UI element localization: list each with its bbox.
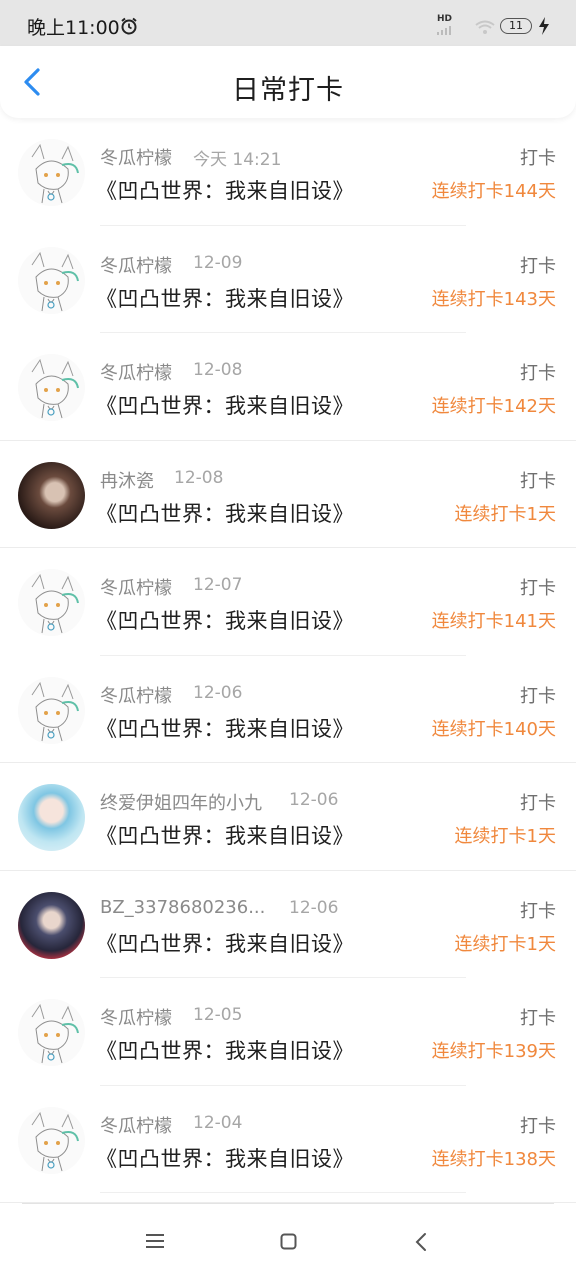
post-date: 12-09 — [193, 252, 243, 273]
list-item[interactable]: 冉沐瓷 12-08 打卡 《凹凸世界：我来自旧设》 连续打卡1天 — [0, 441, 576, 548]
sketch-avatar-icon — [31, 358, 79, 419]
streak-count: 连续打卡138天 — [431, 1148, 556, 1170]
game-title[interactable]: 《凹凸世界：我来自旧设》 — [96, 1035, 354, 1065]
post-date: 12-08 — [174, 467, 224, 488]
list-item[interactable]: 冬瓜柠檬 12-09 打卡 《凹凸世界：我来自旧设》 连续打卡143天 — [0, 226, 576, 333]
checkin-action-label: 打卡 — [520, 470, 556, 492]
user-name[interactable]: 冬瓜柠檬 — [100, 359, 172, 385]
sketch-avatar-icon — [31, 1111, 79, 1171]
checkin-action-label: 打卡 — [520, 578, 556, 599]
game-title[interactable]: 《凹凸世界：我来自旧设》 — [96, 928, 354, 958]
post-date: 12-05 — [193, 1005, 243, 1025]
post-date: 12-04 — [193, 1112, 243, 1133]
list-item[interactable]: 终爱伊姐四年的小九 12-06 打卡 《凹凸世界：我来自旧设》 连续打卡1天 — [0, 763, 576, 871]
post-date: 12-06 — [193, 682, 243, 703]
user-avatar[interactable] — [18, 246, 85, 314]
user-avatar[interactable] — [18, 1106, 85, 1174]
post-date: 12-06 — [289, 790, 339, 810]
checkin-action-label: 打卡 — [520, 148, 556, 169]
charging-bolt-icon — [539, 17, 549, 35]
status-time: 晚上11:00 — [27, 17, 120, 39]
user-name[interactable]: 冬瓜柠檬 — [100, 1112, 172, 1138]
sketch-avatar-icon — [31, 251, 79, 311]
hd-network-icon: HD — [437, 14, 453, 24]
user-avatar[interactable] — [18, 999, 85, 1066]
game-title[interactable]: 《凹凸世界：我来自旧设》 — [96, 1143, 354, 1173]
list-item[interactable]: 冬瓜柠檬 12-04 打卡 《凹凸世界：我来自旧设》 连续打卡138天 — [0, 1086, 576, 1193]
back-icon[interactable] — [414, 1232, 428, 1252]
user-name[interactable]: 冬瓜柠檬 — [100, 144, 172, 170]
checkin-action-label: 打卡 — [520, 363, 556, 384]
sketch-avatar-icon — [31, 1003, 79, 1064]
game-title[interactable]: 《凹凸世界：我来自旧设》 — [96, 820, 354, 850]
streak-count: 连续打卡140天 — [431, 718, 556, 740]
streak-count: 连续打卡143天 — [431, 288, 556, 310]
user-avatar[interactable] — [18, 569, 85, 636]
streak-count: 连续打卡1天 — [454, 826, 556, 847]
list-item[interactable]: 冬瓜柠檬 今天 14:21 打卡 《凹凸世界：我来自旧设》 连续打卡144天 — [0, 118, 576, 226]
user-name[interactable]: 冬瓜柠檬 — [100, 682, 172, 708]
streak-count: 连续打卡142天 — [431, 396, 556, 417]
list-item[interactable]: BZ_3378680236... 12-06 打卡 《凹凸世界：我来自旧设》 连… — [0, 871, 576, 978]
row-divider — [100, 1192, 466, 1193]
list-item[interactable]: 冬瓜柠檬 12-08 打卡 《凹凸世界：我来自旧设》 连续打卡142天 — [0, 333, 576, 441]
post-date: 12-07 — [193, 575, 243, 595]
checkin-action-label: 打卡 — [520, 255, 556, 277]
checkin-action-label: 打卡 — [520, 1115, 556, 1137]
user-name[interactable]: 冬瓜柠檬 — [100, 252, 172, 278]
user-name[interactable]: BZ_3378680236... — [100, 897, 265, 918]
game-title[interactable]: 《凹凸世界：我来自旧设》 — [96, 498, 354, 528]
game-title[interactable]: 《凹凸世界：我来自旧设》 — [96, 175, 354, 205]
signal-icon — [437, 26, 451, 35]
menu-icon[interactable] — [146, 1233, 164, 1249]
post-date: 12-06 — [289, 897, 339, 918]
page-title: 日常打卡 — [232, 75, 344, 106]
game-title[interactable]: 《凹凸世界：我来自旧设》 — [96, 390, 354, 420]
user-name[interactable]: 冬瓜柠檬 — [100, 1004, 172, 1030]
post-date: 今天 14:21 — [193, 150, 282, 170]
user-name[interactable]: 冬瓜柠檬 — [100, 574, 172, 600]
battery-indicator: 11 — [500, 18, 532, 34]
streak-count: 连续打卡1天 — [454, 933, 556, 955]
user-avatar[interactable] — [18, 784, 85, 851]
user-avatar[interactable] — [18, 461, 85, 529]
user-avatar[interactable] — [18, 139, 85, 206]
wifi-icon — [475, 20, 495, 34]
alarm-clock-icon — [121, 17, 137, 35]
user-avatar[interactable] — [18, 354, 85, 421]
sketch-avatar-icon — [31, 681, 79, 741]
streak-count: 连续打卡1天 — [454, 503, 556, 525]
checkin-list: 冬瓜柠檬 今天 14:21 打卡 《凹凸世界：我来自旧设》 连续打卡144天 冬… — [0, 118, 576, 1193]
post-date: 12-08 — [193, 360, 243, 380]
sketch-avatar-icon — [31, 143, 79, 204]
list-item[interactable]: 冬瓜柠檬 12-06 打卡 《凹凸世界：我来自旧设》 连续打卡140天 — [0, 656, 576, 763]
list-item[interactable]: 冬瓜柠檬 12-07 打卡 《凹凸世界：我来自旧设》 连续打卡141天 — [0, 548, 576, 656]
sketch-avatar-icon — [31, 573, 79, 634]
streak-count: 连续打卡141天 — [431, 611, 556, 632]
checkin-action-label: 打卡 — [520, 793, 556, 814]
checkin-action-label: 打卡 — [520, 685, 556, 707]
game-title[interactable]: 《凹凸世界：我来自旧设》 — [96, 713, 354, 743]
streak-count: 连续打卡144天 — [431, 181, 556, 202]
game-title[interactable]: 《凹凸世界：我来自旧设》 — [96, 283, 354, 313]
game-title[interactable]: 《凹凸世界：我来自旧设》 — [96, 605, 354, 635]
user-avatar[interactable] — [18, 891, 85, 959]
user-name[interactable]: 终爱伊姐四年的小九 — [100, 789, 262, 815]
header: 日常打卡 — [0, 46, 576, 118]
user-name[interactable]: 冉沐瓷 — [100, 467, 154, 493]
status-bar: 晚上11:00 HD 11 — [0, 0, 576, 46]
checkin-action-label: 打卡 — [520, 900, 556, 922]
checkin-action-label: 打卡 — [520, 1008, 556, 1029]
streak-count: 连续打卡139天 — [431, 1041, 556, 1062]
system-nav-bar — [0, 1202, 576, 1281]
home-icon[interactable] — [280, 1233, 297, 1250]
nav-divider — [22, 1203, 554, 1204]
list-item[interactable]: 冬瓜柠檬 12-05 打卡 《凹凸世界：我来自旧设》 连续打卡139天 — [0, 978, 576, 1086]
user-avatar[interactable] — [18, 676, 85, 744]
